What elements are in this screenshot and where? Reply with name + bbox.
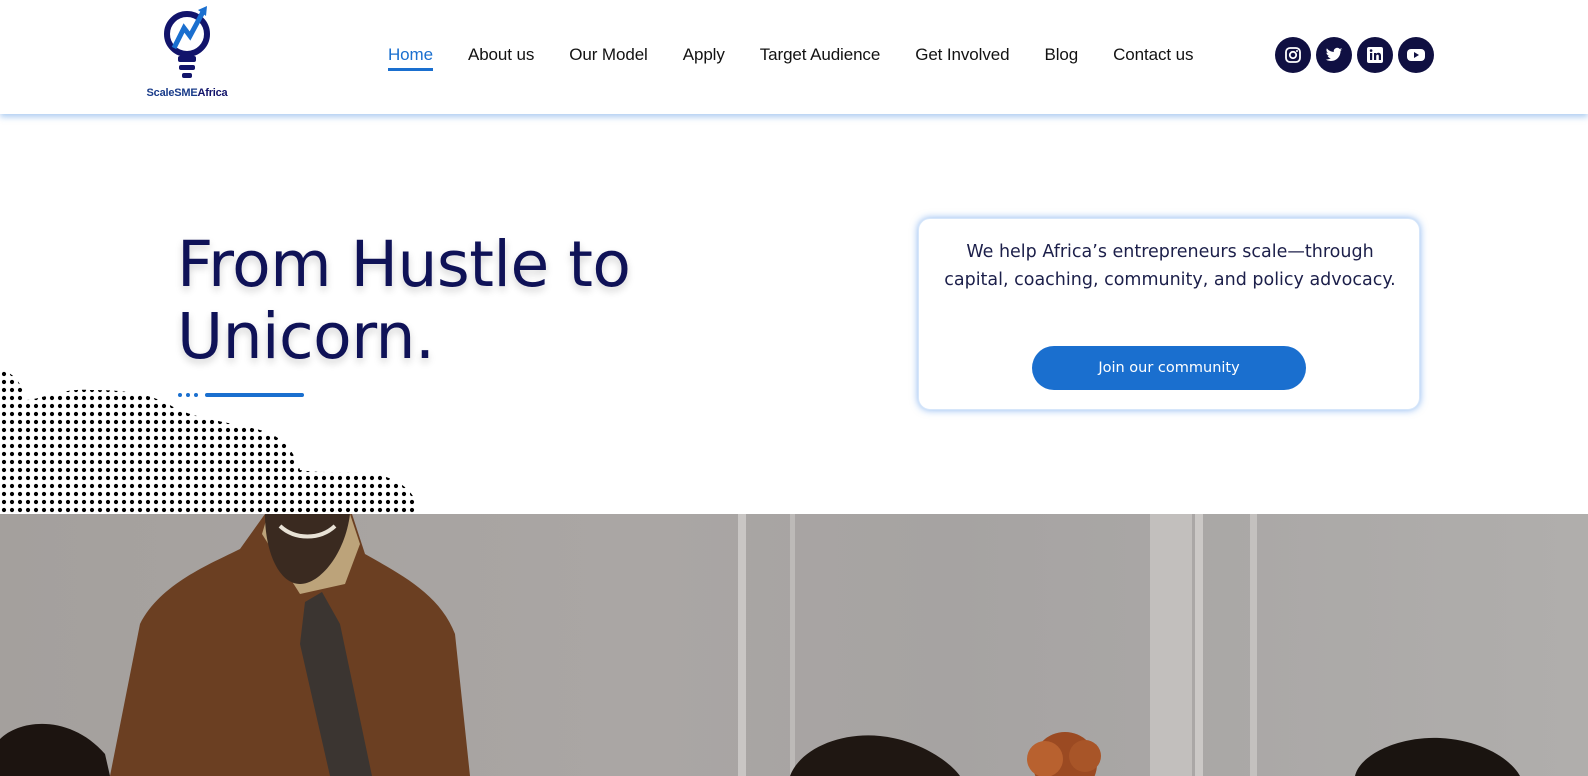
logo-wordmark: ScaleSMEAfrica	[142, 87, 232, 99]
nav-item-home[interactable]: Home	[388, 44, 433, 71]
youtube-icon	[1407, 49, 1425, 61]
photo-people-illustration	[0, 514, 1520, 776]
linkedin-link[interactable]	[1357, 37, 1393, 73]
nav-item-blog[interactable]: Blog	[1044, 44, 1078, 71]
nav-item-target-audience[interactable]: Target Audience	[760, 44, 881, 71]
twitter-icon	[1325, 47, 1343, 62]
nav-item-get-involved[interactable]: Get Involved	[915, 44, 1009, 71]
intro-text: We help Africa’s entrepreneurs scale—thr…	[944, 242, 1396, 290]
hero-title-line1: From Hustle to	[177, 228, 631, 301]
nav-item-about-us[interactable]: About us	[468, 44, 534, 71]
logo[interactable]: ScaleSMEAfrica	[142, 6, 232, 102]
join-community-button[interactable]: Join our community	[1032, 346, 1306, 390]
hero-photo	[0, 514, 1588, 776]
twitter-link[interactable]	[1316, 37, 1352, 73]
hero-title-line2: Unicorn.	[177, 300, 435, 373]
nav-item-contact-us[interactable]: Contact us	[1113, 44, 1193, 71]
hero-title: From Hustle to Unicorn.	[177, 229, 777, 373]
main-nav: Home About us Our Model Apply Target Aud…	[388, 44, 1228, 71]
youtube-link[interactable]	[1398, 37, 1434, 73]
intro-card: We help Africa’s entrepreneurs scale—thr…	[918, 218, 1420, 410]
logo-text-africa: Africa	[197, 87, 228, 99]
logo-text-scalesme: ScaleSME	[146, 87, 198, 99]
lightbulb-growth-icon	[164, 6, 210, 78]
instagram-link[interactable]	[1275, 37, 1311, 73]
nav-item-our-model[interactable]: Our Model	[569, 44, 648, 71]
linkedin-icon	[1367, 47, 1383, 63]
nav-item-apply[interactable]: Apply	[683, 44, 725, 71]
site-header: ScaleSMEAfrica Home About us Our Model A…	[0, 0, 1588, 114]
instagram-icon	[1285, 47, 1301, 63]
social-links	[1275, 37, 1434, 73]
dotted-pattern-decoration	[0, 370, 415, 515]
